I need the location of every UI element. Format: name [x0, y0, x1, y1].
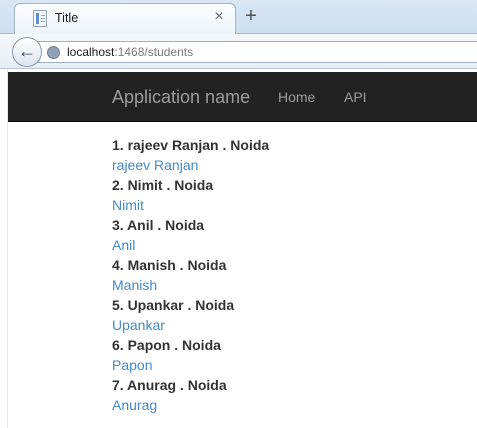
nav-link-api[interactable]: API — [344, 89, 367, 105]
page-icon — [33, 10, 47, 27]
browser-toolbar: localhost:1468/students ← — [0, 34, 477, 69]
student-title: 6. Papon . Noida — [112, 337, 221, 353]
student-item: 4. Manish . Noida Manish — [112, 255, 452, 295]
student-link[interactable]: Anil — [112, 235, 452, 255]
student-item: 6. Papon . Noida Papon — [112, 335, 452, 375]
url-path: :1468/students — [114, 45, 194, 59]
browser-tab[interactable]: Title × — [14, 3, 236, 34]
student-title: 4. Manish . Noida — [112, 257, 227, 273]
brand-link[interactable]: Application name — [112, 87, 250, 108]
url-text: localhost:1468/students — [67, 45, 193, 59]
url-host: localhost — [67, 45, 115, 59]
student-item: 2. Nimit . Noida Nimit — [112, 175, 452, 215]
student-item: 3. Anil . Noida Anil — [112, 215, 452, 255]
app-navbar: Application name Home API — [8, 72, 477, 122]
student-title: 3. Anil . Noida — [112, 217, 205, 233]
tab-title: Title — [55, 11, 79, 25]
student-item: 1. rajeev Ranjan . Noida rajeev Ranjan — [112, 135, 452, 175]
globe-icon — [47, 46, 60, 59]
page-left-gutter — [0, 69, 8, 428]
close-tab-icon[interactable]: × — [211, 9, 227, 25]
student-link[interactable]: Manish — [112, 275, 452, 295]
student-title: 2. Nimit . Noida — [112, 177, 214, 193]
back-arrow-icon[interactable]: ← — [12, 37, 42, 67]
student-title: 7. Anurag . Noida — [112, 377, 227, 393]
students-list: 1. rajeev Ranjan . Noida rajeev Ranjan 2… — [112, 135, 452, 415]
address-bar[interactable]: localhost:1468/students — [36, 41, 477, 63]
student-link[interactable]: Nimit — [112, 195, 452, 215]
student-link[interactable]: Anurag — [112, 395, 452, 415]
student-link[interactable]: Papon — [112, 355, 452, 375]
student-item: 7. Anurag . Noida Anurag — [112, 375, 452, 415]
student-link[interactable]: Upankar — [112, 315, 452, 335]
student-link[interactable]: rajeev Ranjan — [112, 155, 452, 175]
tab-strip: Title × + — [0, 0, 477, 34]
nav-link-home[interactable]: Home — [278, 89, 315, 105]
student-title: 5. Upankar . Noida — [112, 297, 235, 313]
new-tab-icon[interactable]: + — [242, 6, 260, 26]
student-item: 5. Upankar . Noida Upankar — [112, 295, 452, 335]
student-title: 1. rajeev Ranjan . Noida — [112, 137, 270, 153]
